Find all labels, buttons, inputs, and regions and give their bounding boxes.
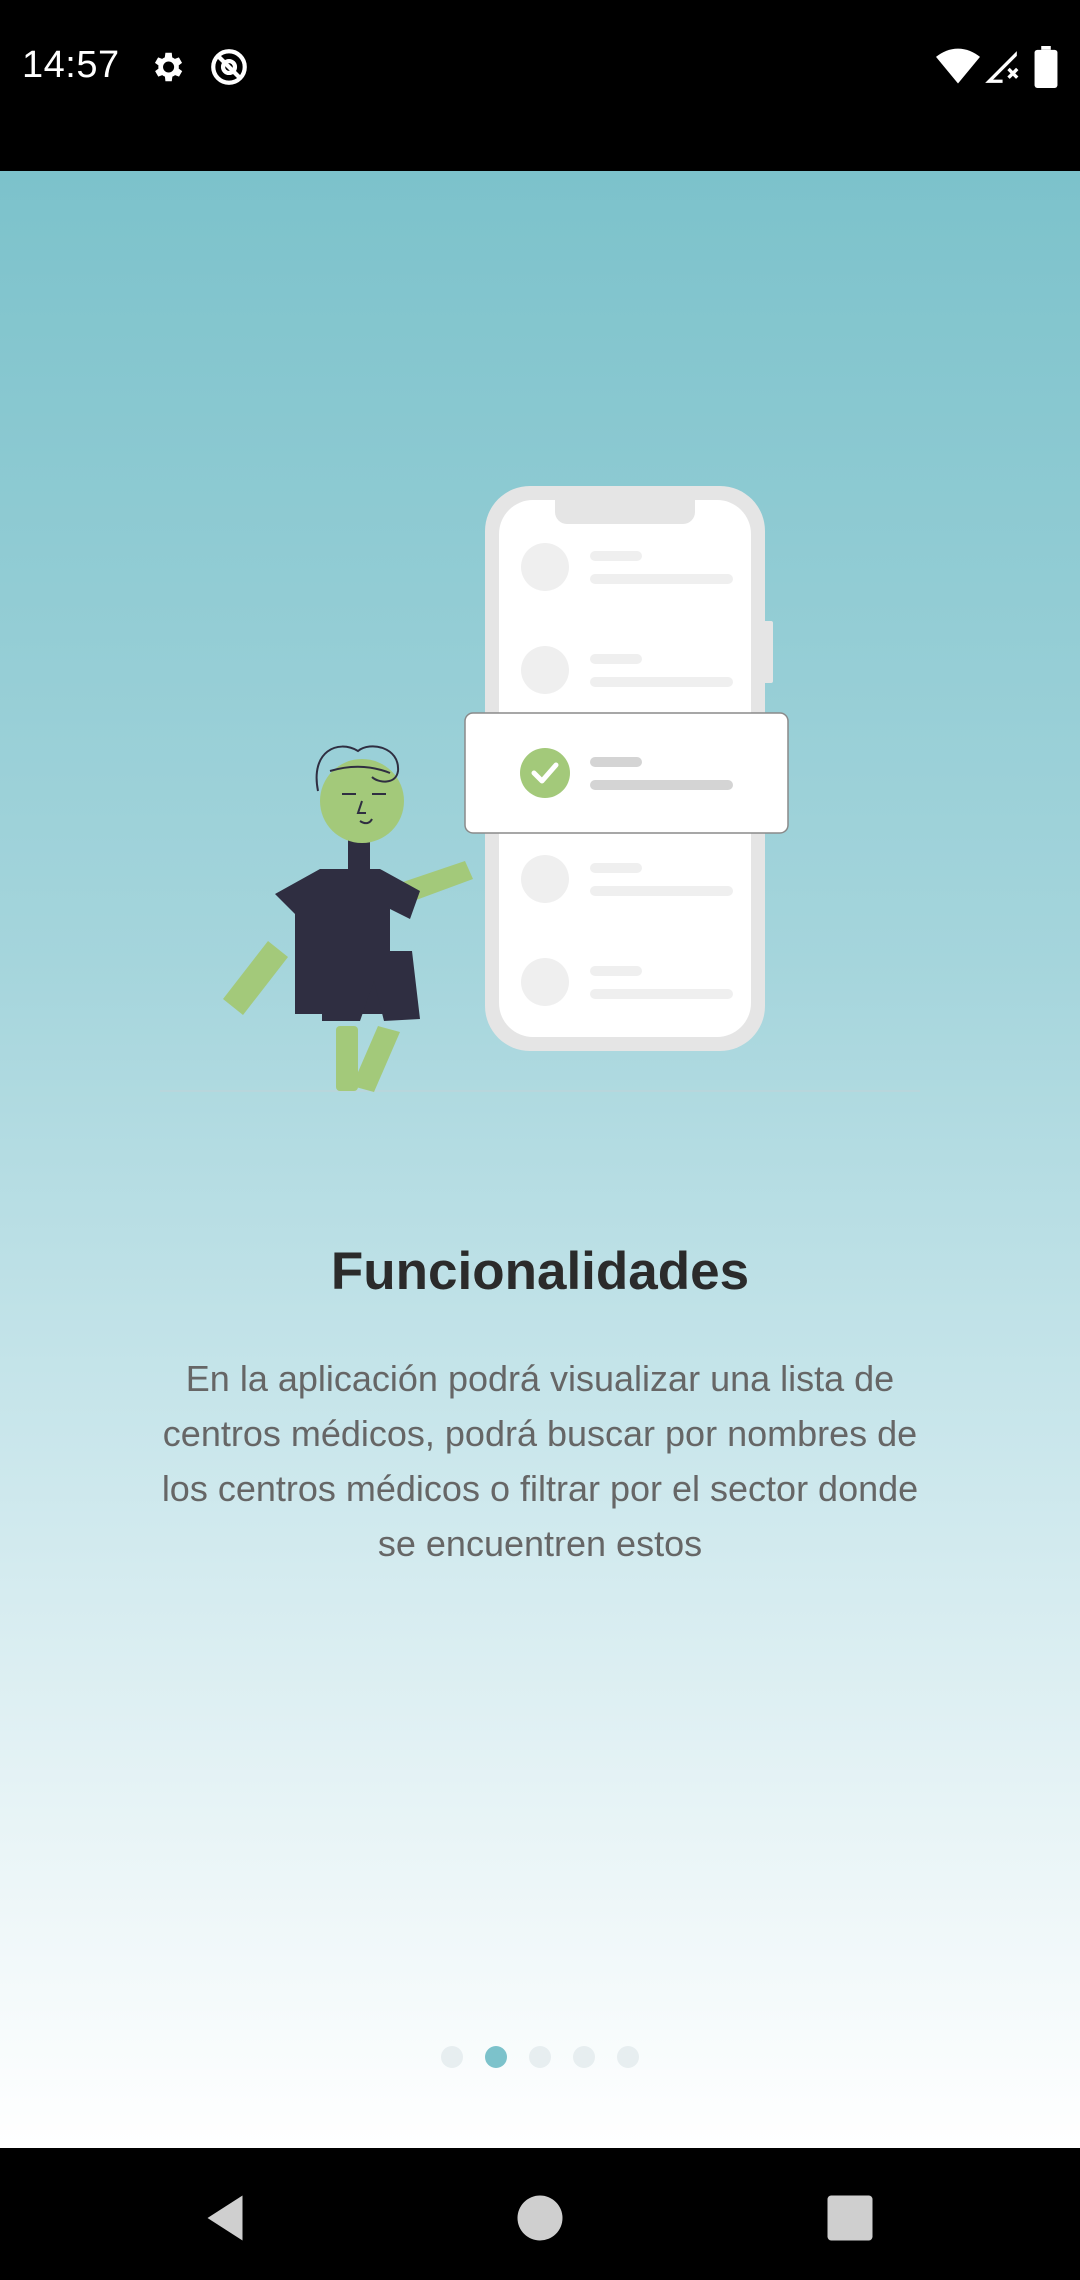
back-icon[interactable] bbox=[195, 2188, 255, 2248]
home-icon[interactable] bbox=[510, 2188, 570, 2248]
page-indicator-dot-1[interactable] bbox=[441, 2046, 463, 2068]
page-title: Funcionalidades bbox=[330, 1242, 750, 1301]
page-indicator-dot-3[interactable] bbox=[529, 2046, 551, 2068]
battery-icon bbox=[1034, 46, 1058, 88]
navigation-bar bbox=[0, 2148, 1080, 2280]
status-bar: 14:57 bbox=[0, 0, 1080, 171]
recents-icon[interactable] bbox=[820, 2188, 880, 2248]
at-sign-icon bbox=[211, 49, 247, 85]
page-description: En la aplicación podrá visualizar una li… bbox=[161, 1358, 919, 1564]
page-indicator-dot-4[interactable] bbox=[573, 2046, 595, 2068]
functionality-illustration bbox=[160, 486, 920, 1092]
page-indicator[interactable] bbox=[0, 2046, 1080, 2076]
onboarding-page[interactable]: Funcionalidades En la aplicación podrá v… bbox=[0, 171, 1080, 2148]
cellular-signal-no-service-icon bbox=[985, 51, 1019, 83]
wifi-icon bbox=[936, 48, 980, 84]
status-time: 14:57 bbox=[22, 44, 120, 86]
gear-icon bbox=[154, 52, 183, 82]
page-indicator-dot-2-active[interactable] bbox=[485, 2046, 507, 2068]
page-indicator-dot-5[interactable] bbox=[617, 2046, 639, 2068]
